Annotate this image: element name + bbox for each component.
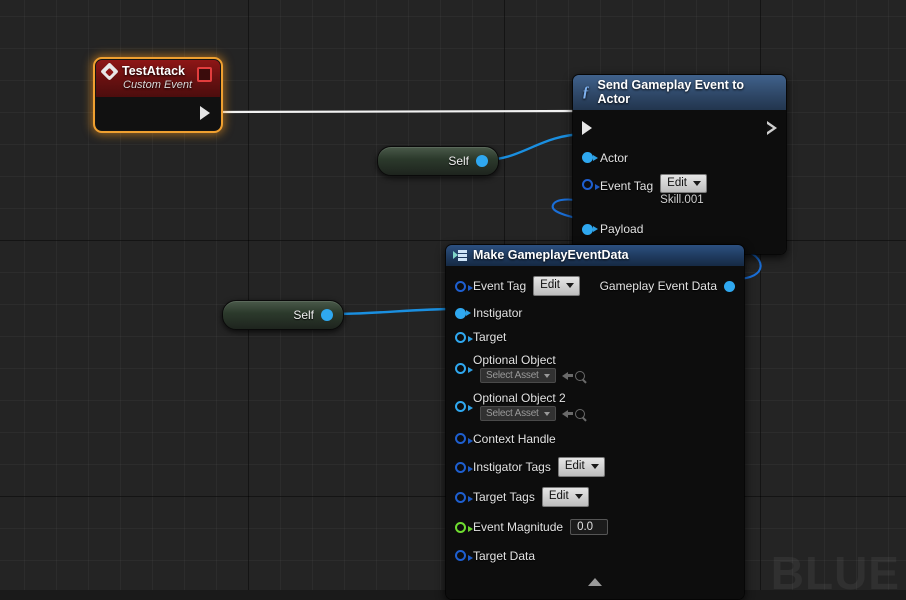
pin-label-payload: Payload (600, 222, 644, 236)
pin-row-event-tag[interactable]: Event Tag Edit Skill.001 (573, 171, 786, 214)
wire-exec-testattack-to-send (221, 109, 579, 114)
pin-label-optional-object: Optional Object (473, 353, 556, 367)
event-tag-edit-label: Edit (667, 177, 687, 189)
collapse-pins-icon[interactable] (588, 578, 602, 586)
event-magnitude-value-input[interactable]: 0.0 (570, 519, 609, 535)
browse-asset-icon[interactable] (574, 370, 585, 381)
make-node-footer (446, 569, 744, 599)
event-tag-value: Skill.001 (660, 194, 704, 207)
pin-label-instigator-tags: Instigator Tags (473, 460, 551, 474)
make-node-title: Make GameplayEventData (473, 248, 629, 262)
pin-row-actor[interactable]: Actor (573, 144, 786, 171)
function-f-icon: ƒ (582, 83, 590, 100)
optional-object-2-asset-picker[interactable]: Select Asset (480, 406, 556, 421)
optional-object-2-input-pin[interactable] (455, 400, 473, 412)
self-output-pin[interactable] (321, 309, 333, 321)
instigator-tags-edit-label: Edit (564, 460, 585, 473)
pin-row-instigator[interactable]: Instigator (446, 301, 744, 325)
event-tag-edit-button[interactable]: Edit (533, 276, 580, 296)
chevron-down-icon (543, 373, 550, 378)
optional-object-input-pin[interactable] (455, 362, 473, 374)
pin-row-target-data[interactable]: Target Data (446, 542, 744, 569)
self-label: Self (293, 308, 314, 322)
watermark-text: BLUE (770, 547, 900, 599)
target-tags-input-pin[interactable] (455, 491, 473, 503)
wire-self-to-actor (483, 132, 585, 162)
event-node-header[interactable]: TestAttack Custom Event (96, 60, 220, 97)
event-tag-edit-label: Edit (540, 279, 560, 292)
event-tag-input-pin[interactable] (582, 179, 600, 190)
optional-object-asset-picker[interactable]: Select Asset (480, 368, 556, 383)
event-tag-edit-button[interactable]: Edit (660, 174, 707, 194)
pin-label-target-tags: Target Tags (473, 490, 535, 504)
pin-label-actor: Actor (600, 150, 629, 165)
node-send-gameplay-event-to-actor[interactable]: ƒ Send Gameplay Event to Actor Actor Eve… (572, 74, 787, 255)
pin-row-event-tag[interactable]: Event Tag Edit Gameplay Event Data (446, 266, 744, 301)
delegate-output-pin[interactable] (197, 67, 212, 82)
event-node-body (96, 97, 220, 130)
self-output-pin[interactable] (476, 155, 488, 167)
target-input-pin[interactable] (455, 331, 473, 343)
chevron-down-icon (565, 283, 574, 288)
payload-input-pin[interactable] (582, 223, 598, 235)
event-node-title: TestAttack (122, 64, 185, 78)
target-tags-edit-button[interactable]: Edit (541, 487, 589, 507)
pin-label-event-magnitude: Event Magnitude (473, 520, 564, 534)
send-event-node-header[interactable]: ƒ Send Gameplay Event to Actor (573, 75, 786, 110)
pin-label-gameplay-event-data: Gameplay Event Data (599, 279, 717, 293)
instigator-tags-input-pin[interactable] (455, 461, 473, 473)
target-tags-edit-label: Edit (548, 490, 569, 503)
make-node-header[interactable]: Make GameplayEventData (446, 245, 744, 266)
node-self-top[interactable]: Self (377, 146, 499, 176)
pin-row-context-handle[interactable]: Context Handle (446, 425, 744, 452)
send-event-exec-row (573, 110, 786, 144)
exec-input-pin[interactable] (582, 121, 592, 135)
event-magnitude-input-pin[interactable] (455, 521, 473, 533)
wire-self-to-instigator (329, 307, 457, 316)
node-selection-outline: TestAttack Custom Event (93, 57, 223, 133)
pin-label-target-data: Target Data (473, 548, 536, 563)
chevron-down-icon (574, 494, 583, 499)
node-custom-event-testattack[interactable]: TestAttack Custom Event (93, 57, 223, 133)
chevron-down-icon (590, 464, 599, 469)
pin-label-event-tag: Event Tag (473, 279, 527, 293)
blueprint-graph-canvas[interactable]: TestAttack Custom Event ƒ Send Gameplay … (0, 0, 906, 600)
send-event-node-body: Actor Event Tag Edit Skill.001 Payload (573, 110, 786, 254)
optional-object-2-asset-label: Select Asset (486, 408, 539, 419)
pin-label-optional-object-2: Optional Object 2 (473, 391, 566, 405)
event-diamond-icon (100, 61, 119, 81)
use-selected-asset-icon[interactable] (561, 371, 573, 380)
gameplay-event-data-output-pin[interactable] (724, 280, 735, 292)
target-data-input-pin[interactable] (455, 550, 473, 561)
browse-asset-icon[interactable] (574, 408, 585, 419)
pin-row-event-magnitude[interactable]: Event Magnitude 0.0 (446, 512, 744, 542)
instigator-input-pin[interactable] (455, 307, 471, 319)
pin-label-event-tag: Event Tag (600, 179, 654, 193)
optional-object-asset-label: Select Asset (486, 370, 539, 381)
pin-label-instigator: Instigator (473, 306, 523, 320)
pin-label-context-handle: Context Handle (473, 431, 556, 446)
make-node-body: Event Tag Edit Gameplay Event Data Insti… (446, 266, 744, 599)
make-struct-icon (453, 249, 467, 261)
node-self-bottom[interactable]: Self (222, 300, 344, 330)
send-event-node-title: Send Gameplay Event to Actor (597, 78, 745, 106)
actor-input-pin[interactable] (582, 152, 598, 163)
event-tag-input-pin[interactable] (455, 280, 473, 292)
pin-row-target[interactable]: Target (446, 325, 744, 349)
pin-row-instigator-tags[interactable]: Instigator Tags Edit (446, 452, 744, 482)
chevron-down-icon (692, 180, 701, 186)
pin-row-optional-object-2[interactable]: Optional Object 2 Select Asset (446, 387, 744, 425)
pin-row-optional-object[interactable]: Optional Object Select Asset (446, 349, 744, 387)
instigator-tags-edit-button[interactable]: Edit (557, 457, 605, 477)
pin-label-target: Target (473, 330, 507, 344)
self-label: Self (448, 154, 469, 168)
pin-row-target-tags[interactable]: Target Tags Edit (446, 482, 744, 512)
chevron-down-icon (543, 411, 550, 416)
context-handle-input-pin[interactable] (455, 433, 473, 444)
use-selected-asset-icon[interactable] (561, 409, 573, 418)
node-make-gameplayeventdata[interactable]: Make GameplayEventData Event Tag Edit Ga… (445, 244, 745, 600)
exec-output-pin[interactable] (767, 121, 777, 135)
exec-output-pin[interactable] (200, 106, 210, 120)
